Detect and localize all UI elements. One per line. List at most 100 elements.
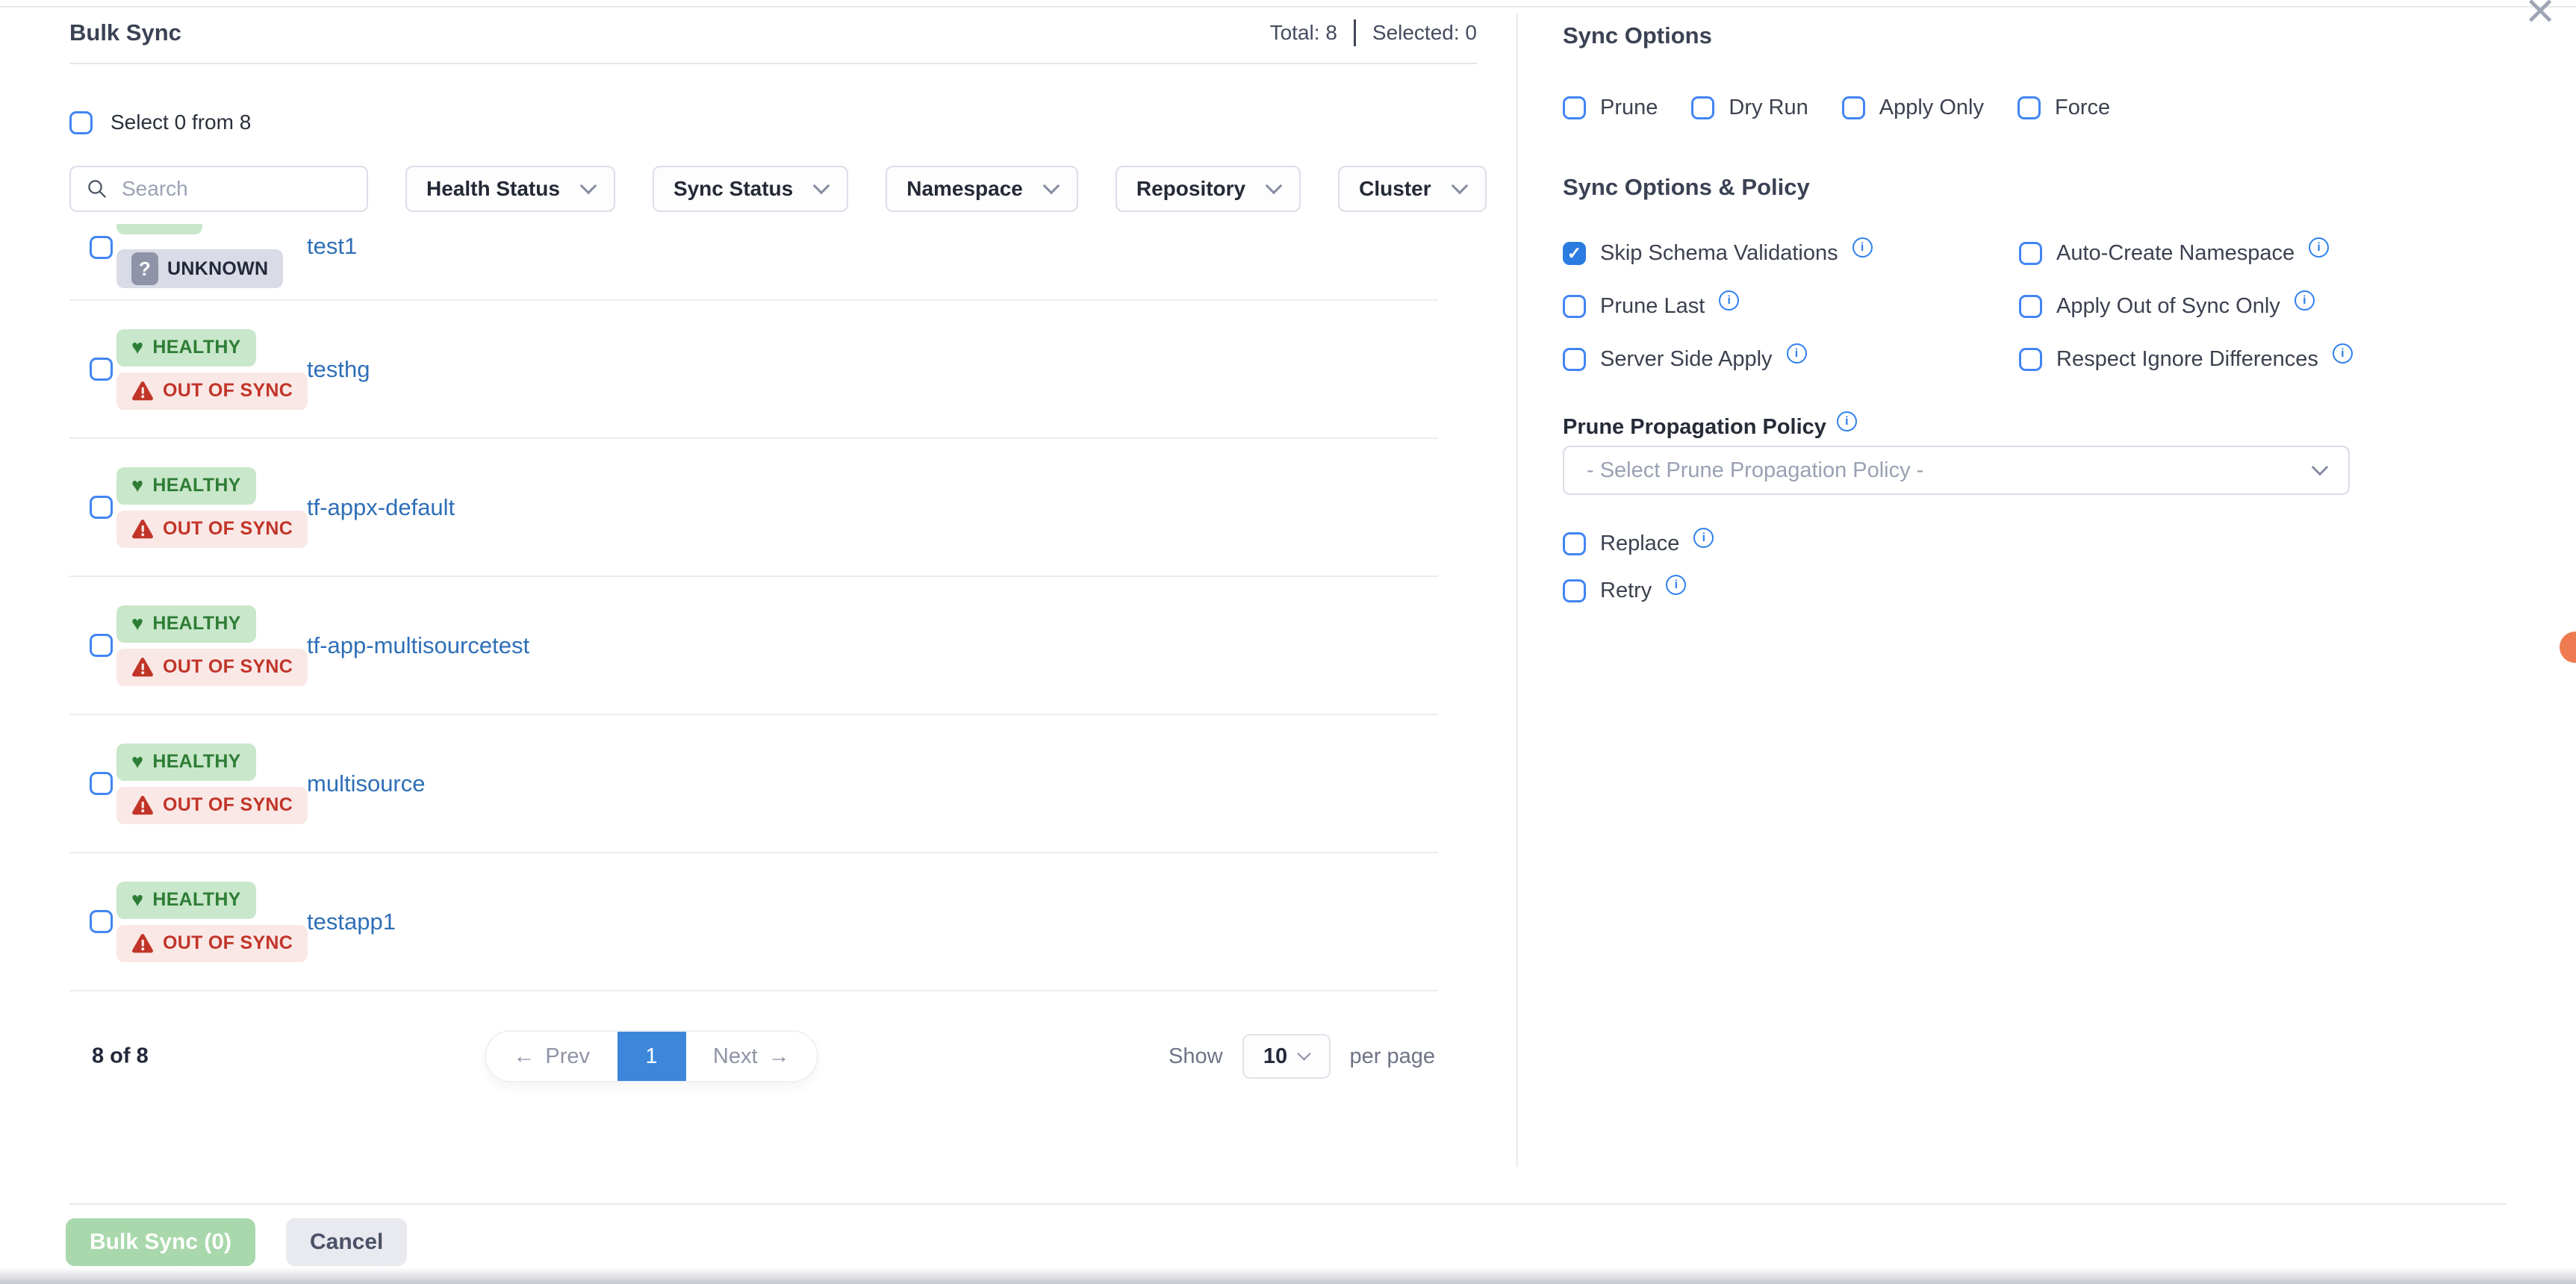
badge-label: OUT OF SYNC [163, 794, 293, 816]
badge-column: ♥ HEALTHY OUT OF SYNC [116, 605, 307, 686]
info-icon[interactable]: i [2333, 343, 2353, 364]
flag-apply-out-of-sync-only[interactable]: Apply Out of Sync Only i [2019, 294, 2353, 319]
dry-run-checkbox[interactable] [1691, 96, 1714, 119]
cancel-button[interactable]: Cancel [286, 1218, 407, 1266]
filter-health-status[interactable]: Health Status [405, 166, 615, 212]
notification-dot[interactable] [2560, 632, 2576, 663]
apply-only-checkbox[interactable] [1842, 96, 1865, 119]
health-badge: ♥ HEALTHY [116, 744, 256, 781]
select-all-checkbox[interactable] [69, 111, 93, 134]
current-page-button[interactable]: 1 [617, 1032, 686, 1081]
heart-icon: ♥ [131, 890, 143, 910]
health-badge: ♥ HEALTHY [116, 605, 256, 643]
warning-icon [131, 933, 154, 953]
select-all-row[interactable]: Select 0 from 8 [69, 110, 251, 134]
respect-ignore-differences-checkbox[interactable] [2019, 348, 2042, 371]
server-side-apply-checkbox[interactable] [1563, 348, 1586, 371]
bulk-sync-header: Bulk Sync Total: 8 Selected: 0 [69, 19, 1477, 64]
row-checkbox[interactable] [90, 772, 113, 795]
skip-schema-validations-checkbox[interactable] [1563, 242, 1586, 265]
search-input[interactable] [120, 176, 340, 202]
filter-sync-status[interactable]: Sync Status [653, 166, 848, 212]
badge-label: OUT OF SYNC [163, 518, 293, 540]
page-size-control: Show 10 per page [1169, 1032, 1435, 1081]
filter-repository[interactable]: Repository [1116, 166, 1301, 212]
force-checkbox[interactable] [2017, 96, 2041, 119]
replace-checkbox[interactable] [1563, 532, 1586, 555]
flag-auto-create-namespace[interactable]: Auto-Create Namespace i [2019, 241, 2353, 266]
health-badge: ♥ HEALTHY [116, 467, 256, 505]
next-label: Next [713, 1044, 758, 1069]
row-checkbox[interactable] [90, 910, 113, 933]
application-list: ? UNKNOWN test1 ♥ HEALTHY OUT OF SYNC te… [69, 224, 1438, 991]
flag-label: Server Side Apply [1600, 347, 1773, 372]
app-link[interactable]: tf-appx-default [307, 494, 455, 521]
table-row: ♥ HEALTHY OUT OF SYNC tf-app-multisource… [69, 577, 1438, 715]
info-icon[interactable]: i [1693, 528, 1714, 548]
row-checkbox[interactable] [90, 496, 113, 519]
info-icon[interactable]: i [1852, 237, 1873, 258]
flag-label: Skip Schema Validations [1600, 241, 1838, 266]
flag-label: Replace [1600, 532, 1679, 556]
prev-page-button[interactable]: ← Prev [486, 1032, 617, 1081]
flag-skip-schema-validations[interactable]: Skip Schema Validations i [1563, 241, 2019, 266]
apply-out-of-sync-only-checkbox[interactable] [2019, 295, 2042, 318]
close-icon[interactable]: × [2525, 0, 2555, 36]
sync-options-title: Sync Options [1563, 22, 1712, 49]
prune-propagation-policy-select[interactable]: - Select Prune Propagation Policy - [1563, 446, 2350, 495]
page-title: Bulk Sync [69, 19, 181, 46]
info-icon[interactable]: i [1837, 411, 1857, 431]
app-link[interactable]: multisource [307, 770, 426, 797]
row-checkbox[interactable] [90, 634, 113, 657]
page-size-value: 10 [1263, 1044, 1287, 1069]
app-link[interactable]: testhg [307, 356, 370, 383]
bulk-sync-button[interactable]: Bulk Sync (0) [66, 1218, 255, 1266]
info-icon[interactable]: i [2309, 237, 2329, 258]
result-count: 8 of 8 [92, 1044, 149, 1069]
chevron-down-icon [1043, 178, 1060, 195]
row-checkbox[interactable] [90, 358, 113, 381]
filter-label: Cluster [1359, 177, 1431, 201]
flag-label: Force [2055, 96, 2110, 120]
app-link[interactable]: tf-app-multisourcetest [307, 632, 529, 659]
next-page-button[interactable]: Next → [686, 1032, 818, 1081]
auto-create-namespace-checkbox[interactable] [2019, 242, 2042, 265]
heart-icon: ♥ [131, 337, 143, 358]
row-checkbox[interactable] [90, 236, 113, 259]
flag-dry-run[interactable]: Dry Run [1691, 96, 1808, 120]
badge-label: OUT OF SYNC [163, 656, 293, 678]
arrow-right-icon: → [768, 1044, 790, 1069]
info-icon[interactable]: i [1787, 343, 1807, 364]
label-text: Prune Propagation Policy [1563, 415, 1826, 440]
flag-retry[interactable]: Retry i [1563, 579, 1686, 603]
prune-last-checkbox[interactable] [1563, 295, 1586, 318]
prune-checkbox[interactable] [1563, 96, 1586, 119]
dialog-top-border [0, 6, 2576, 7]
app-link[interactable]: testapp1 [307, 909, 396, 935]
retry-checkbox[interactable] [1563, 579, 1586, 602]
flag-server-side-apply[interactable]: Server Side Apply i [1563, 347, 2019, 372]
page-size-select[interactable]: 10 [1242, 1034, 1331, 1079]
policy-flags-grid: Skip Schema Validations i Auto-Create Na… [1563, 241, 2353, 372]
health-badge: ♥ HEALTHY [116, 882, 256, 919]
flag-prune-last[interactable]: Prune Last i [1563, 294, 2019, 319]
app-link[interactable]: test1 [307, 233, 357, 260]
flag-apply-only[interactable]: Apply Only [1842, 96, 1984, 120]
filter-namespace[interactable]: Namespace [886, 166, 1078, 212]
warning-icon [131, 657, 154, 677]
filter-cluster[interactable]: Cluster [1338, 166, 1486, 212]
flag-label: Respect Ignore Differences [2056, 347, 2318, 372]
flag-replace[interactable]: Replace i [1563, 532, 1714, 556]
flag-label: Auto-Create Namespace [2056, 241, 2295, 266]
sync-status-badge: OUT OF SYNC [116, 649, 308, 686]
flag-prune[interactable]: Prune [1563, 96, 1658, 120]
info-icon[interactable]: i [1719, 290, 1739, 311]
badge-label: HEALTHY [152, 889, 240, 911]
table-row: ? UNKNOWN test1 [69, 224, 1438, 301]
sync-status-badge: OUT OF SYNC [116, 787, 308, 824]
flag-respect-ignore-differences[interactable]: Respect Ignore Differences i [2019, 347, 2353, 372]
info-icon[interactable]: i [2295, 290, 2315, 311]
search-box[interactable] [69, 166, 368, 212]
flag-force[interactable]: Force [2017, 96, 2110, 120]
info-icon[interactable]: i [1666, 575, 1686, 595]
